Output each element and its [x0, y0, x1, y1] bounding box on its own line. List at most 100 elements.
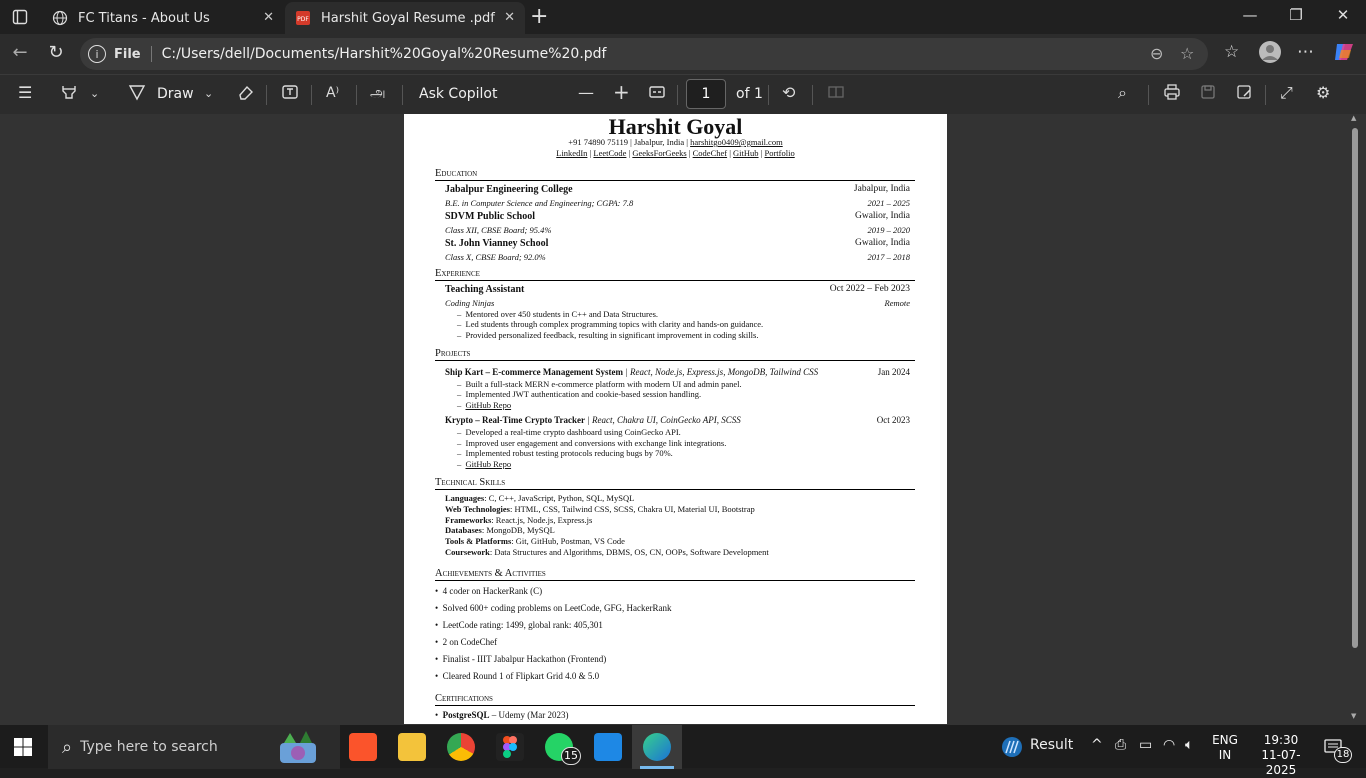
link-leetcode[interactable]: LeetCode	[593, 148, 626, 158]
divider	[266, 85, 267, 105]
weather-label[interactable]: Result	[1030, 737, 1073, 753]
link-github[interactable]: GitHub	[733, 148, 759, 158]
link-codechef[interactable]: CodeChef	[693, 148, 727, 158]
address-bar[interactable]: i File C:/Users/dell/Documents/Harshit%2…	[80, 38, 1208, 70]
contact-text: +91 74890 75119 | Jabalpur, India |	[568, 137, 691, 147]
skill-line: Tools & Platforms: Git, GitHub, Postman,…	[445, 536, 625, 546]
skill-line: Web Technologies: HTML, CSS, Tailwind CS…	[445, 504, 755, 514]
close-tab-icon[interactable]: ✕	[263, 10, 274, 25]
pdf-toolbar: ☰ ⌄ Draw ⌄ A⁾ அ Ask Copilot — + 1 of 1 ⟲…	[0, 74, 1366, 114]
vscode-icon[interactable]	[594, 733, 622, 761]
translate-icon[interactable]: அ	[370, 85, 386, 103]
wifi-icon[interactable]: ◠	[1163, 737, 1175, 753]
draw-label[interactable]: Draw	[157, 86, 194, 102]
fit-page-icon[interactable]	[648, 83, 666, 105]
chrome-icon[interactable]	[447, 733, 475, 761]
exp-bullet: – Mentored over 450 students in C++ and …	[457, 309, 659, 319]
search-icon: ⌕	[62, 736, 73, 758]
divider	[1265, 85, 1266, 105]
tab-resume-pdf[interactable]: PDF Harshit Goyal Resume .pdf ✕	[285, 2, 525, 34]
new-tab-button[interactable]: +	[530, 4, 548, 29]
contents-icon[interactable]: ☰	[18, 83, 32, 102]
project-bullet: – Improved user engagement and conversio…	[457, 438, 727, 448]
windows-start-icon[interactable]	[14, 738, 32, 760]
language-indicator[interactable]: ENG IN	[1212, 733, 1238, 763]
edu-detail: Class X, CBSE Board; 92.0% 2017 – 2018	[445, 252, 910, 262]
brave-icon[interactable]	[349, 733, 377, 761]
project-title: Krypto – Real-Time Crypto Tracker | Reac…	[445, 415, 910, 425]
minimize-button[interactable]: —	[1238, 6, 1262, 24]
scroll-up-icon[interactable]: ▲	[1351, 114, 1356, 122]
zoom-icon[interactable]: ⊖	[1150, 44, 1163, 63]
figma-icon[interactable]	[496, 733, 524, 761]
text-box-icon[interactable]	[281, 83, 299, 105]
save-icon[interactable]	[1199, 83, 1217, 105]
edge-taskbar-item[interactable]	[632, 725, 682, 769]
print-icon[interactable]	[1163, 83, 1181, 105]
ask-copilot-button[interactable]: Ask Copilot	[419, 86, 498, 102]
pdf-viewer[interactable]: Harshit Goyal +91 74890 75119 | Jabalpur…	[0, 114, 1366, 724]
eraser-icon[interactable]	[236, 83, 254, 105]
zoom-in-icon[interactable]: +	[613, 80, 630, 104]
info-icon[interactable]: i	[88, 45, 106, 63]
tab-title: Harshit Goyal Resume .pdf	[321, 10, 495, 26]
divider	[812, 85, 813, 105]
refresh-button[interactable]: ↻	[44, 42, 68, 63]
rotate-icon[interactable]: ⟲	[782, 83, 795, 102]
page-view-icon[interactable]	[827, 83, 845, 105]
pdf-page: Harshit Goyal +91 74890 75119 | Jabalpur…	[404, 114, 947, 724]
section-skills: Technical Skills	[435, 477, 915, 490]
url-text[interactable]: C:/Users/dell/Documents/Harshit%20Goyal%…	[162, 46, 607, 62]
repo-link[interactable]: GitHub Repo	[466, 400, 512, 410]
project-title: Ship Kart – E-commerce Management System…	[445, 367, 910, 377]
clock[interactable]: 19:30 11-07-2025	[1248, 733, 1314, 778]
tab-actions-icon[interactable]	[8, 5, 32, 29]
save-as-icon[interactable]	[1235, 83, 1253, 105]
section-achievements: Achievements & Activities	[435, 568, 915, 581]
tab-title: FC Titans - About Us	[78, 10, 210, 26]
vertical-scrollbar[interactable]: ▲ ▼	[1351, 114, 1359, 720]
edu-detail: Class XII, CBSE Board; 95.4% 2019 – 2020	[445, 225, 910, 235]
chevron-up-icon[interactable]: ^	[1091, 737, 1103, 753]
close-tab-icon[interactable]: ✕	[504, 10, 515, 25]
link-linkedin[interactable]: LinkedIn	[556, 148, 587, 158]
taskbar-search-box[interactable]: ⌕ Type here to search	[48, 725, 340, 769]
more-menu-icon[interactable]: ⋯	[1297, 42, 1314, 62]
link-portfolio[interactable]: Portfolio	[765, 148, 795, 158]
chevron-down-icon[interactable]: ⌄	[90, 87, 99, 100]
link-gfg[interactable]: GeeksForGeeks	[632, 148, 686, 158]
file-explorer-icon[interactable]	[398, 733, 426, 761]
email-link[interactable]: harshitgo0409@gmail.com	[690, 137, 783, 147]
scheme-label: File	[114, 46, 141, 62]
repo-link[interactable]: GitHub Repo	[466, 459, 512, 469]
project-bullet: – Built a full-stack MERN e-commerce pla…	[457, 379, 742, 389]
favorites-icon[interactable]: ☆	[1224, 42, 1239, 62]
settings-gear-icon[interactable]: ⚙	[1316, 83, 1330, 102]
achievement-item: • 4 coder on HackerRank (C)	[435, 586, 543, 596]
close-window-button[interactable]: ✕	[1331, 6, 1355, 24]
tab-fc-titans[interactable]: FC Titans - About Us ✕	[42, 2, 284, 34]
search-icon[interactable]: ⌕	[1118, 83, 1127, 103]
weather-icon[interactable]	[1000, 735, 1024, 763]
highlight-icon[interactable]	[60, 83, 78, 105]
scrollbar-thumb[interactable]	[1352, 128, 1358, 648]
fullscreen-icon[interactable]: ⤢	[1280, 83, 1293, 103]
project-bullet: – Developed a real-time crypto dashboard…	[457, 427, 681, 437]
copilot-icon[interactable]	[1332, 40, 1356, 69]
profile-avatar[interactable]	[1258, 40, 1282, 69]
volume-icon[interactable]: 🔈︎	[1185, 737, 1193, 753]
page-number-input[interactable]: 1	[686, 79, 726, 109]
favorite-star-icon[interactable]: ☆	[1180, 44, 1194, 63]
scroll-down-icon[interactable]: ▼	[1351, 712, 1356, 720]
draw-icon[interactable]	[128, 83, 146, 105]
restore-button[interactable]: ❐	[1284, 6, 1308, 24]
battery-icon[interactable]: ▭	[1139, 737, 1152, 753]
read-aloud-icon[interactable]: A⁾	[326, 85, 339, 101]
back-button[interactable]: ←	[8, 42, 32, 63]
notification-badge: 18	[1334, 747, 1352, 763]
chevron-down-icon[interactable]: ⌄	[204, 87, 213, 100]
project-bullet: – Implemented JWT authentication and coo…	[457, 389, 702, 399]
tab-strip: FC Titans - About Us ✕ PDF Harshit Goyal…	[0, 0, 1366, 34]
meet-icon[interactable]: ⎙	[1115, 737, 1126, 753]
zoom-out-icon[interactable]: —	[578, 83, 594, 102]
